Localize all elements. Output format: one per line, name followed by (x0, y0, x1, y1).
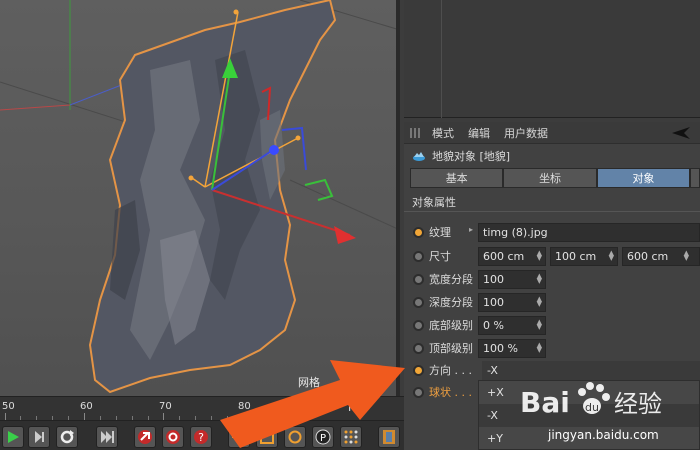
baidu-watermark: Bai du 经验 (520, 382, 662, 419)
texture-field[interactable]: timg (8).jpg (478, 222, 700, 242)
label-spherical: 球状 . . . (429, 386, 472, 399)
auto-key-icon (166, 430, 180, 444)
object-manager (404, 0, 700, 118)
object-title-row: 地貌对象 [地貌] (404, 144, 700, 168)
menu-user-data[interactable]: 用户数据 (504, 125, 548, 141)
animate-radio-depth-segments[interactable] (413, 296, 424, 308)
watermark-brand-latin: Bai (520, 386, 570, 419)
play-icon (8, 431, 19, 443)
property-size: 尺寸 600 cm ▲ ▼ 100 cm ▲ ▼ 600 cm ▲ ▼ (404, 245, 700, 267)
3d-viewport[interactable]: 网格 (0, 0, 400, 396)
label-texture: 纹理 (429, 226, 451, 239)
animate-radio-size[interactable] (413, 250, 424, 262)
tick-label-70: 70 (159, 401, 172, 412)
label-bottom-level: 底部级别 (429, 319, 473, 332)
label-depth-segments: 深度分段 (429, 296, 473, 309)
property-bottom-level: 底部级别 0 % ▲ ▼ (404, 314, 700, 336)
label-direction: 方向 . . . (429, 364, 472, 377)
play-button[interactable] (2, 426, 24, 448)
record-key-icon (138, 430, 152, 444)
loop-icon (60, 430, 74, 444)
animate-radio-bottom-level[interactable] (413, 319, 424, 331)
watermark-url: jingyan.baidu.com (548, 428, 659, 442)
animate-radio-width-segments[interactable] (413, 273, 424, 285)
section-title: 对象属性 (404, 194, 700, 212)
bottom-level-field[interactable]: 0 % ▲ ▼ (478, 315, 546, 335)
scene-graphic (0, 0, 396, 394)
loop-button[interactable] (56, 426, 78, 448)
property-top-level: 顶部级别 100 % ▲ ▼ (404, 337, 700, 359)
attribute-tabs: 基本 坐标 对象 (410, 168, 700, 188)
next-key-icon (35, 431, 44, 443)
size-y-field[interactable]: 100 cm ▲ ▼ (550, 246, 618, 266)
watermark-brand-cn: 经验 (614, 390, 662, 418)
size-x-field[interactable]: 600 cm ▲ ▼ (478, 246, 546, 266)
tab-basic[interactable]: 基本 (410, 168, 504, 188)
menu-edit[interactable]: 编辑 (468, 125, 490, 141)
tick-label-50: 50 (2, 401, 15, 412)
goto-end-button[interactable] (96, 426, 118, 448)
tab-object[interactable]: 对象 (596, 168, 691, 188)
goto-end-icon (101, 431, 114, 443)
property-texture: 纹理 ▸ timg (8).jpg (404, 221, 700, 243)
annotation-arrow-icon (220, 360, 405, 448)
property-width-segments: 宽度分段 100 ▲ ▼ (404, 268, 700, 290)
property-depth-segments: 深度分段 100 ▲ ▼ (404, 291, 700, 313)
auto-key-button[interactable] (162, 426, 184, 448)
tab-coord[interactable]: 坐标 (503, 168, 597, 188)
question-icon: ? (194, 430, 208, 444)
depth-segments-field[interactable]: 100 ▲ ▼ (478, 292, 546, 312)
tick-label-60: 60 (80, 401, 93, 412)
back-arrow-icon[interactable] (672, 127, 690, 139)
svg-text:du: du (585, 401, 599, 414)
expand-triangle-icon[interactable]: ▸ (469, 225, 473, 234)
label-size: 尺寸 (429, 250, 451, 263)
paw-icon: du (578, 382, 610, 414)
object-title: 地貌对象 [地貌] (432, 150, 511, 163)
svg-text:?: ? (198, 431, 204, 444)
tab-more[interactable] (690, 168, 700, 188)
attribute-menubar: 模式 编辑 用户数据 (404, 122, 700, 144)
grip-icon[interactable] (410, 127, 422, 138)
direction-select[interactable]: -X (482, 360, 700, 380)
next-key-button[interactable] (28, 426, 50, 448)
landscape-object-icon (413, 152, 425, 161)
size-z-field[interactable]: 600 cm ▲ ▼ (622, 246, 700, 266)
label-top-level: 顶部级别 (429, 342, 473, 355)
menu-mode[interactable]: 模式 (432, 125, 454, 141)
label-width-segments: 宽度分段 (429, 273, 473, 286)
terrain-mesh[interactable] (88, 0, 337, 394)
top-level-field[interactable]: 100 % ▲ ▼ (478, 338, 546, 358)
record-button[interactable] (134, 426, 156, 448)
animate-radio-texture[interactable] (413, 226, 424, 238)
width-segments-field[interactable]: 100 ▲ ▼ (478, 269, 546, 289)
help-button[interactable]: ? (190, 426, 212, 448)
